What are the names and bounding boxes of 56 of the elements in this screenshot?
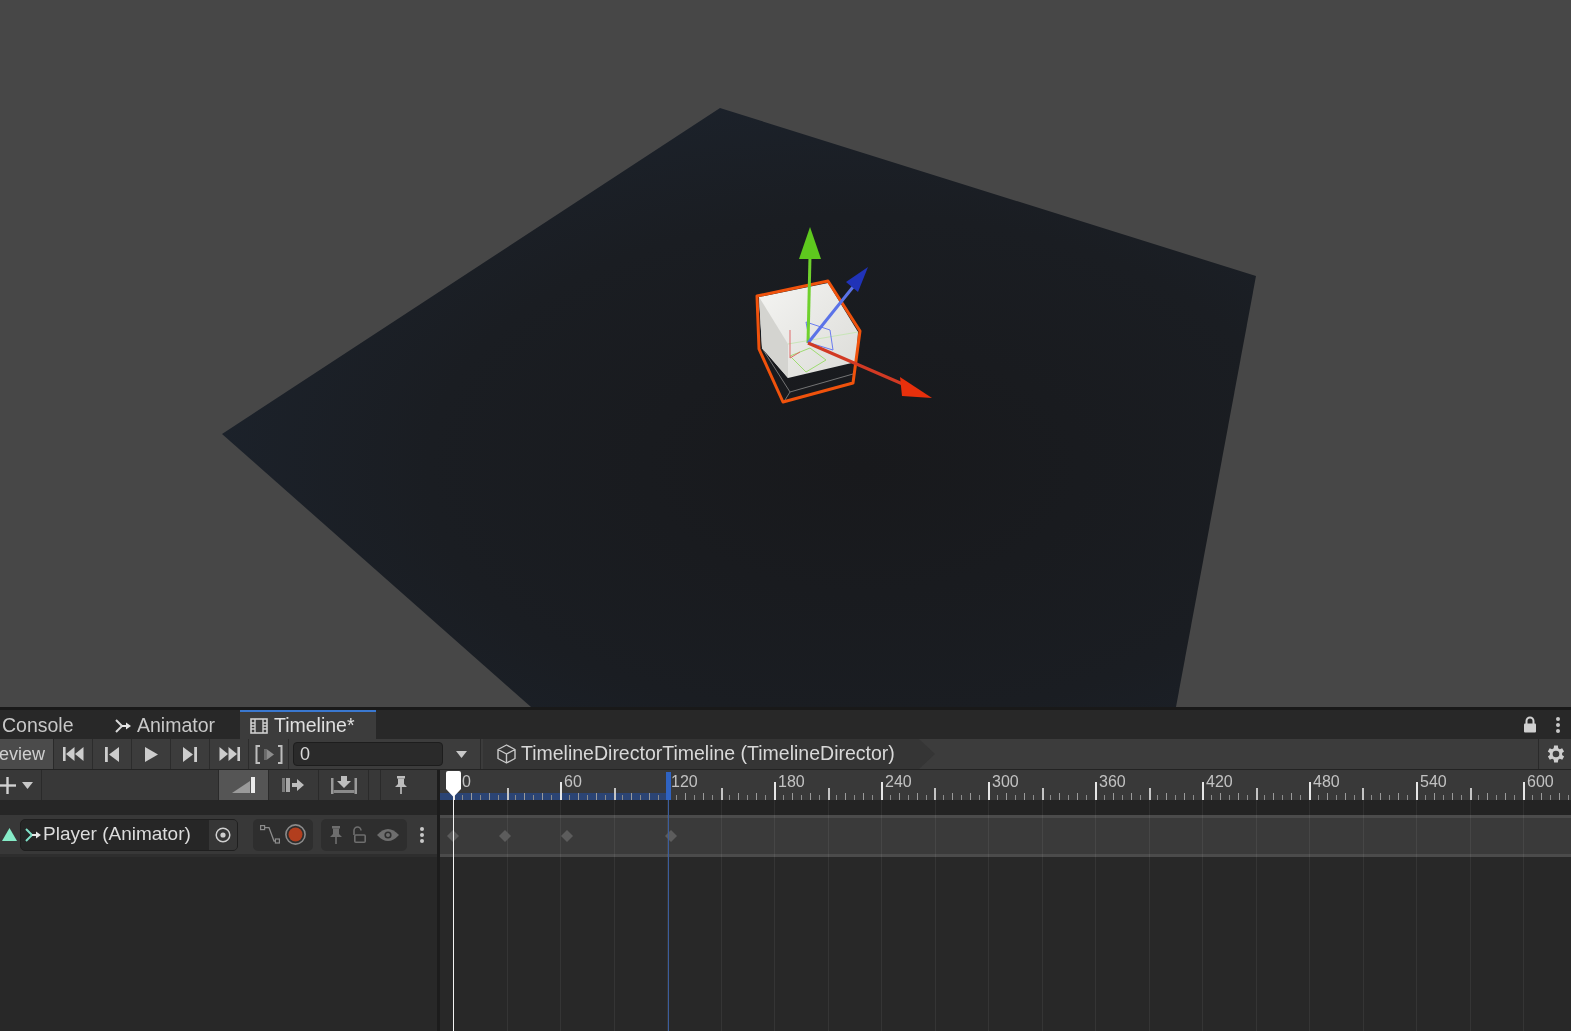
caret-icon: [456, 750, 467, 758]
previous-frame-icon: [105, 746, 119, 762]
ruler-label: 480: [1313, 773, 1340, 791]
gizmo-arrow[interactable]: [799, 227, 821, 344]
caret-icon: [22, 781, 33, 789]
gizmo-arrow[interactable]: [806, 267, 868, 344]
open-padlock-icon[interactable]: [353, 826, 367, 843]
film-icon: [250, 717, 268, 734]
pin-icon: [394, 776, 408, 794]
playhead[interactable]: [445, 771, 461, 797]
track-triangle-icon[interactable]: [2, 828, 17, 841]
keyframe-marker[interactable]: [561, 830, 573, 842]
ruler-label: 180: [778, 773, 805, 791]
ruler-label: 120: [671, 773, 698, 791]
settings-icon: [1545, 744, 1565, 764]
play-icon: [144, 746, 158, 762]
branch-arrow-icon: [25, 827, 41, 842]
ramp-icon: [231, 777, 256, 793]
ruler-label: 300: [992, 773, 1019, 791]
keyframe-marker[interactable]: [664, 830, 677, 842]
keyframe-marker[interactable]: [499, 830, 512, 842]
ruler-label: 60: [564, 773, 582, 791]
branch-arrow-icon: [115, 718, 131, 733]
cube-icon: [497, 744, 516, 764]
binding-field[interactable]: Player (Animator): [20, 818, 238, 851]
ruler-label: 540: [1420, 773, 1447, 791]
gizmo-arrow[interactable]: [807, 341, 932, 398]
padlock-icon: [1523, 716, 1537, 733]
frame-field[interactable]: 0: [293, 742, 443, 766]
skip-to-end-icon: [218, 747, 240, 761]
pin-icon[interactable]: [329, 825, 343, 844]
object-picker-button[interactable]: [209, 819, 237, 850]
ruler-label: 240: [885, 773, 912, 791]
ruler-label: 420: [1206, 773, 1233, 791]
ruler-label: 0: [462, 773, 471, 791]
eye-icon[interactable]: [377, 827, 399, 842]
preview-button[interactable]: eview: [0, 739, 54, 769]
curve-icon[interactable]: [260, 825, 280, 844]
record-icon[interactable]: [285, 824, 306, 845]
tab[interactable]: Timeline*: [240, 710, 376, 739]
selected-cube[interactable]: [755, 279, 862, 404]
play-range-icon: [254, 744, 283, 764]
breadcrumb[interactable]: TimelineDirectorTimeline (TimelineDirector): [483, 739, 935, 769]
plus-icon: [0, 776, 16, 794]
target-icon: [215, 826, 231, 843]
ruler-label: 600: [1527, 773, 1554, 791]
bracket-arrow-icon: [330, 776, 357, 794]
bars-arrow-icon: [281, 777, 306, 793]
next-frame-icon: [183, 746, 197, 762]
end-marker[interactable]: [666, 772, 671, 800]
more-options-icon: [1555, 715, 1561, 734]
more-options-icon[interactable]: [419, 825, 425, 844]
time-ruler[interactable]: 0 60 120 180 240 300 360 420 480 540 600: [440, 770, 1571, 800]
skip-to-start-icon: [62, 747, 84, 761]
ruler-label: 360: [1099, 773, 1126, 791]
edit-mode-button[interactable]: [219, 770, 269, 800]
